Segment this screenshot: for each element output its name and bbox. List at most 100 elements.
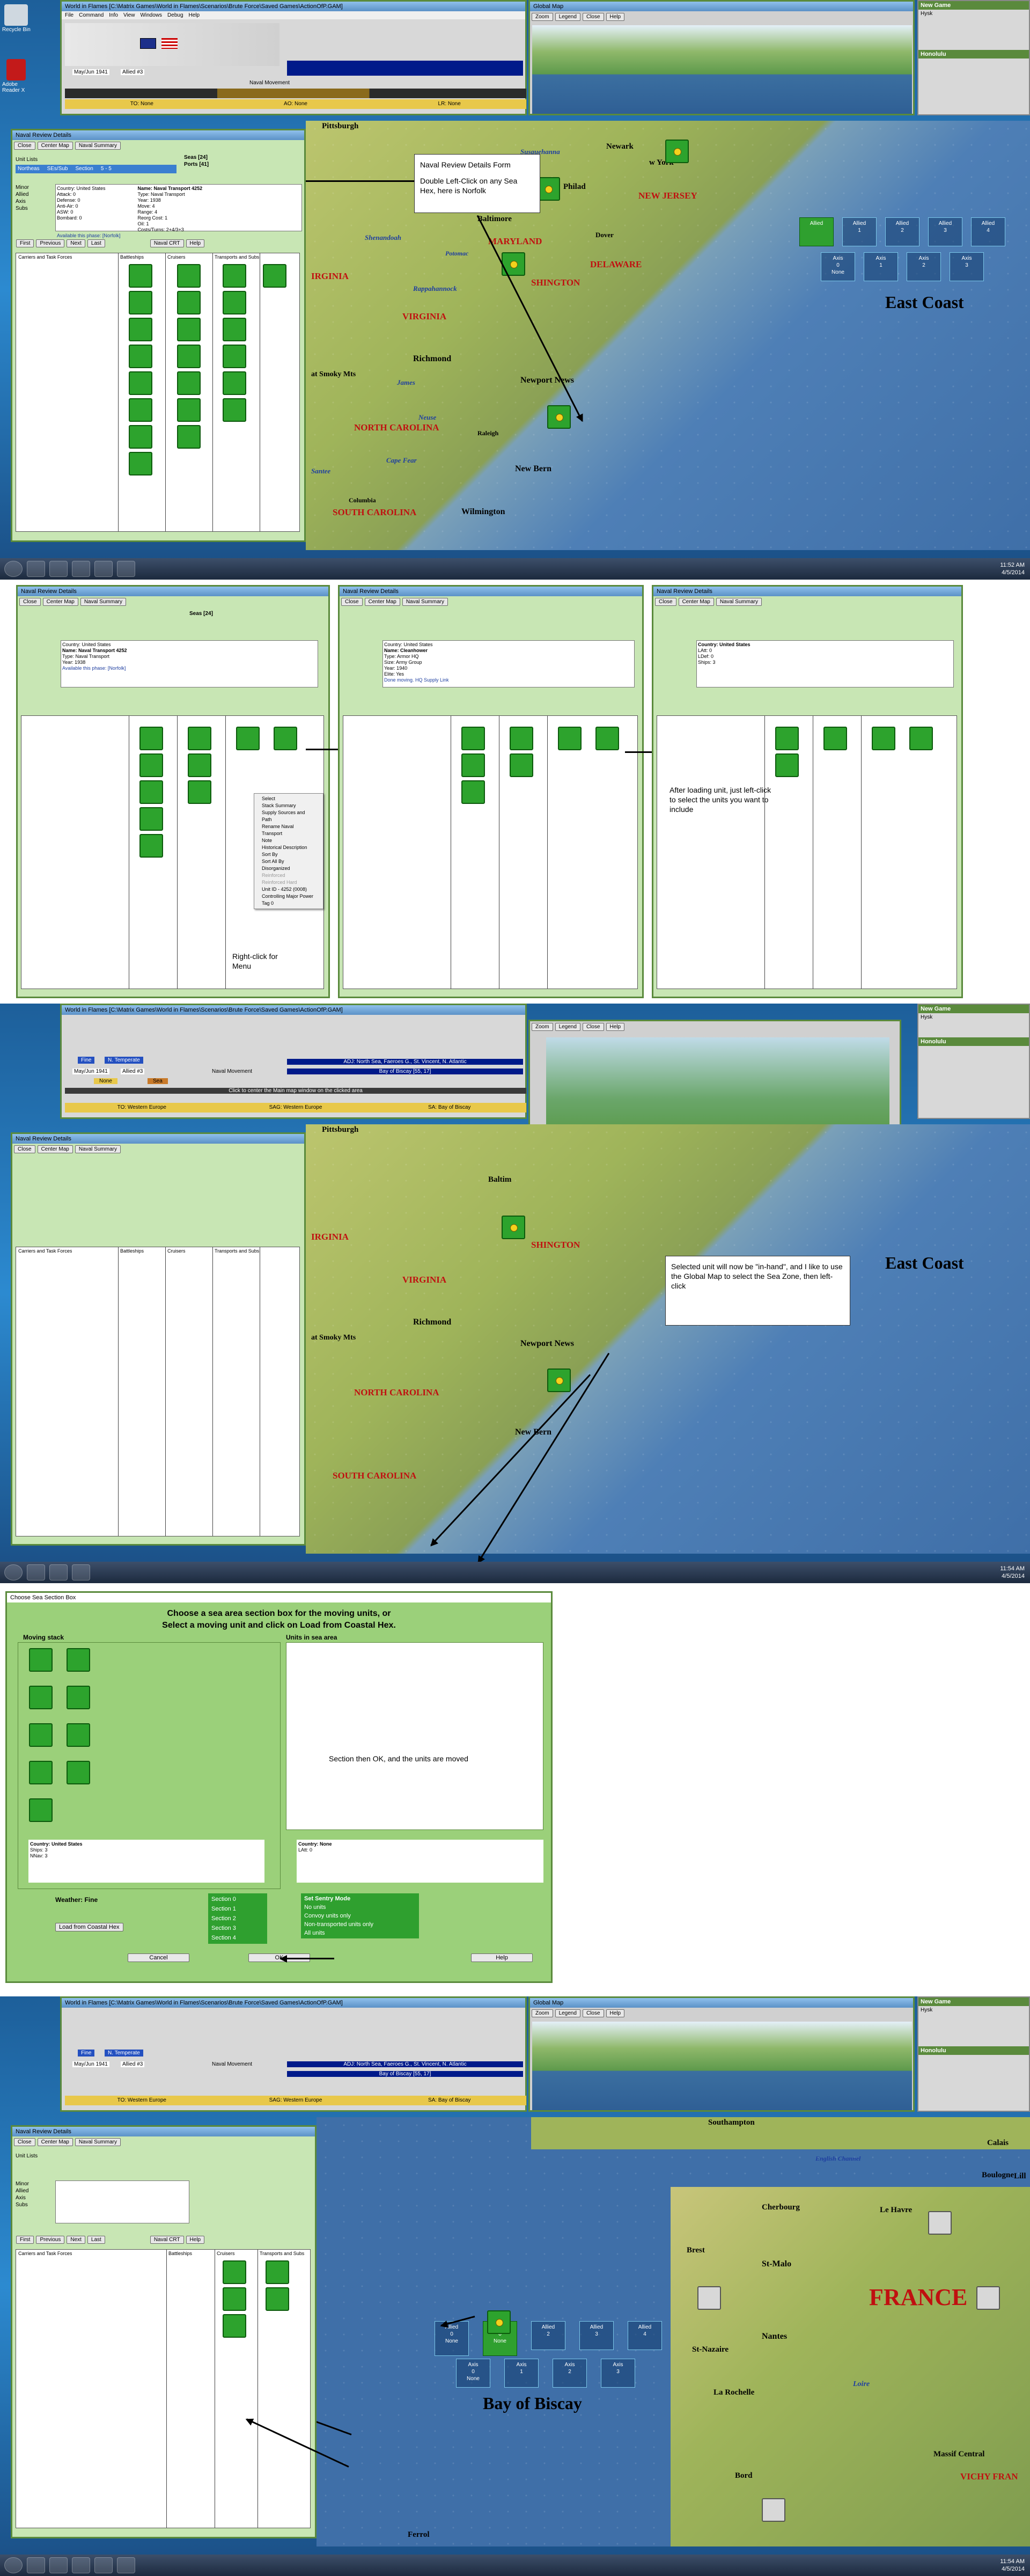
unit-counter[interactable]: [461, 780, 485, 804]
unit-counter[interactable]: [223, 398, 246, 422]
check-allied[interactable]: Allied: [16, 191, 53, 198]
unit-counter[interactable]: [223, 371, 246, 395]
unit-counter[interactable]: [223, 345, 246, 368]
center-map-button[interactable]: Center Map: [37, 2138, 73, 2146]
unit-counter[interactable]: [188, 753, 211, 777]
menu-item[interactable]: Note: [254, 837, 323, 844]
close-button[interactable]: Close: [14, 1145, 35, 1153]
sea-section-box[interactable]: Allied: [799, 217, 834, 246]
unit-counter[interactable]: [129, 291, 152, 314]
naval-crt-button[interactable]: Naval CRT: [150, 239, 184, 247]
unit-counter[interactable]: [177, 318, 201, 341]
unit-counter[interactable]: [274, 727, 297, 750]
check-minor[interactable]: Minor: [16, 2180, 53, 2187]
menu-info[interactable]: Info: [109, 12, 118, 18]
sea-section-box[interactable]: Axis 2: [907, 252, 941, 281]
menu-item[interactable]: Tag 0: [254, 900, 323, 907]
unit-counter[interactable]: [665, 140, 689, 163]
unit-counter[interactable]: [872, 727, 895, 750]
filter-item[interactable]: 5 - 5: [101, 165, 112, 173]
taskbar-app-icon[interactable]: [94, 2557, 113, 2573]
close-button[interactable]: Close: [341, 598, 363, 606]
unit-counter[interactable]: [223, 264, 246, 288]
check-allied[interactable]: Allied: [16, 2187, 53, 2194]
section-option[interactable]: Section 1: [211, 1904, 264, 1914]
unit-counter[interactable]: [67, 1723, 90, 1747]
center-map-button[interactable]: Center Map: [678, 598, 714, 606]
unit-counter[interactable]: [487, 2310, 511, 2334]
units-in-sea-list[interactable]: [286, 1642, 543, 1830]
unit-counter[interactable]: [510, 727, 533, 750]
cancel-button[interactable]: Cancel: [128, 1953, 189, 1962]
unit-counter[interactable]: [177, 345, 201, 368]
load-coastal-button[interactable]: Load from Coastal Hex: [55, 1923, 123, 1931]
recycle-bin-icon[interactable]: [4, 4, 28, 26]
section-option[interactable]: Section 4: [211, 1933, 264, 1943]
unit-counter[interactable]: [67, 1648, 90, 1672]
unit-counter[interactable]: [266, 2260, 289, 2284]
unit-counter[interactable]: [236, 727, 260, 750]
first-button[interactable]: First: [16, 2236, 34, 2244]
menu-item[interactable]: Controlling Major Power: [254, 893, 323, 900]
unit-counter[interactable]: [129, 371, 152, 395]
sea-section-box[interactable]: Allied 2: [885, 217, 919, 246]
next-button[interactable]: Next: [67, 239, 85, 247]
previous-button[interactable]: Previous: [36, 239, 65, 247]
close-button[interactable]: Close: [19, 598, 41, 606]
start-button[interactable]: [4, 2557, 23, 2573]
unit-counter[interactable]: [177, 264, 201, 288]
unit-counter[interactable]: [139, 807, 163, 831]
taskbar-app-icon[interactable]: [49, 1564, 68, 1580]
taskbar-app-icon[interactable]: [94, 561, 113, 577]
help-button[interactable]: Help: [186, 239, 205, 247]
sea-section-box[interactable]: Axis 1: [504, 2359, 539, 2388]
unit-counter[interactable]: [461, 753, 485, 777]
unit-counter[interactable]: [223, 291, 246, 314]
taskbar-app-icon[interactable]: [72, 1564, 90, 1580]
unit-counter[interactable]: [223, 2314, 246, 2338]
unit-counter[interactable]: [223, 318, 246, 341]
close-button[interactable]: Close: [655, 598, 676, 606]
unit-counter[interactable]: [188, 780, 211, 804]
unit-counter[interactable]: [762, 2498, 785, 2522]
center-map-button[interactable]: Center Map: [37, 1145, 73, 1153]
sentry-option[interactable]: No units: [304, 1903, 416, 1912]
unit-counter[interactable]: [823, 727, 847, 750]
sentry-option[interactable]: Non-transported units only: [304, 1920, 416, 1929]
center-map-button[interactable]: Center Map: [42, 598, 78, 606]
close-button[interactable]: Close: [14, 2138, 35, 2146]
unit-counter[interactable]: [928, 2211, 952, 2235]
menu-help[interactable]: Help: [189, 12, 200, 18]
menu-item[interactable]: Sort All By: [254, 858, 323, 865]
sentry-option[interactable]: All units: [304, 1929, 416, 1937]
close-button[interactable]: Close: [582, 13, 604, 21]
check-subs[interactable]: Subs: [16, 205, 53, 212]
menu-item[interactable]: Historical Description: [254, 844, 323, 851]
global-map-view[interactable]: [532, 2022, 912, 2110]
menu-file[interactable]: File: [65, 12, 73, 18]
check-axis[interactable]: Axis: [16, 198, 53, 205]
help-button[interactable]: Help: [471, 1953, 533, 1962]
unit-counter[interactable]: [976, 2286, 1000, 2310]
sentry-option[interactable]: Convoy units only: [304, 1912, 416, 1920]
sea-section-box[interactable]: Axis 1: [864, 252, 898, 281]
help-button[interactable]: Help: [606, 2009, 625, 2017]
unit-counter[interactable]: [29, 1761, 53, 1784]
menu-item[interactable]: Unit ID - 4252 (0008): [254, 886, 323, 893]
taskbar-app-icon[interactable]: [27, 561, 45, 577]
close-button[interactable]: Close: [582, 2009, 604, 2017]
unit-counter[interactable]: [909, 727, 933, 750]
unit-counter[interactable]: [67, 1761, 90, 1784]
unit-counter[interactable]: [266, 2287, 289, 2311]
last-button[interactable]: Last: [87, 2236, 105, 2244]
close-button[interactable]: Close: [582, 1023, 604, 1031]
legend-button[interactable]: Legend: [555, 13, 580, 21]
taskbar-app-icon[interactable]: [49, 2557, 68, 2573]
menu-item[interactable]: Supply Sources and Path: [254, 809, 323, 823]
naval-summary-button[interactable]: Naval Summary: [402, 598, 448, 606]
sea-section-box[interactable]: Axis 0 None: [821, 252, 855, 281]
taskbar-app-icon[interactable]: [72, 561, 90, 577]
previous-button[interactable]: Previous: [36, 2236, 65, 2244]
unit-counter[interactable]: [29, 1723, 53, 1747]
menu-item[interactable]: Sort By: [254, 851, 323, 858]
